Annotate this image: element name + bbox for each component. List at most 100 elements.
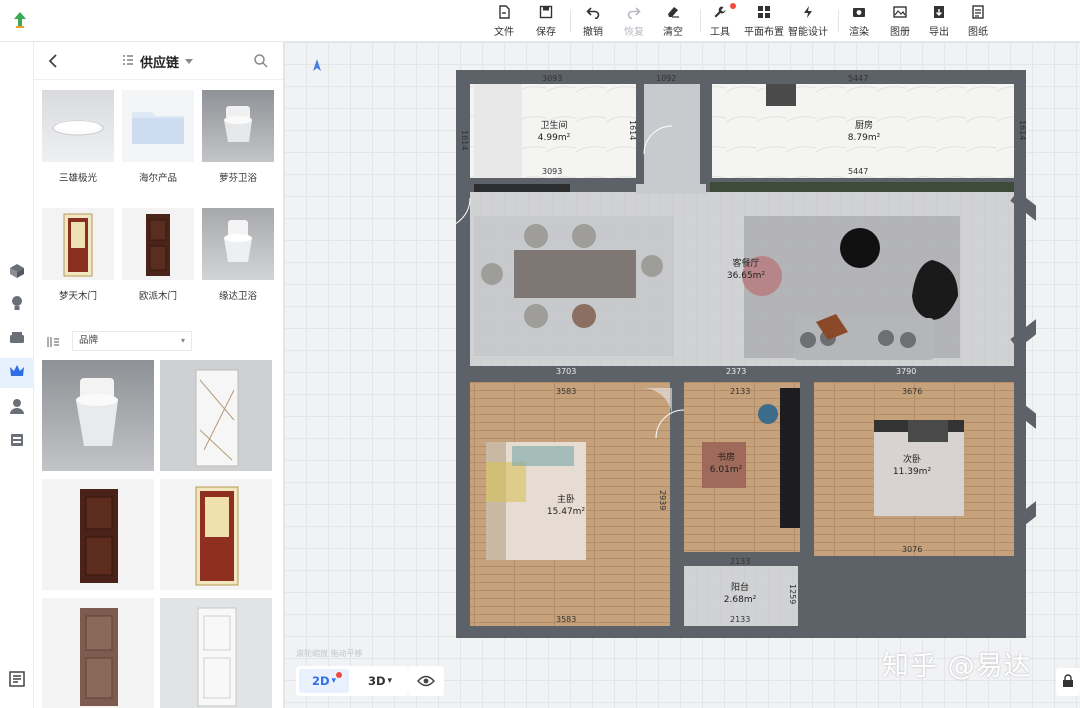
floor-plan[interactable]: 3093 1092 5447 1614 1614 1614 3093 5447 …: [456, 70, 1036, 638]
save-icon: [538, 4, 554, 20]
category-dropdown[interactable]: 供应链: [122, 52, 194, 71]
room-area: 15.47m²: [547, 507, 586, 517]
dim-label: 1092: [656, 74, 676, 83]
save-button[interactable]: 保存: [536, 4, 556, 38]
chevron-down-icon: [185, 54, 194, 69]
lock-icon: [1062, 673, 1074, 692]
notification-dot: [730, 3, 736, 9]
layout-icon: [756, 4, 772, 20]
undo-button[interactable]: 撤销: [583, 4, 603, 38]
dining-table: [514, 250, 636, 298]
export-label: 导出: [929, 27, 949, 38]
category-label: 供应链: [140, 56, 180, 71]
room-area: 4.99m²: [538, 133, 571, 143]
room-name: 主卧: [557, 493, 575, 505]
drawing-label: 图纸: [968, 27, 988, 38]
export-button[interactable]: 导出: [929, 4, 949, 38]
view-2d-label: 2D: [311, 674, 330, 688]
dim-label: 3076: [902, 545, 922, 554]
brand-filter-select[interactable]: 品牌 ▾: [72, 331, 192, 351]
rail-item-supply-chain[interactable]: [0, 358, 34, 388]
dim-label: 2133: [730, 615, 750, 624]
redo-label: 恢复: [624, 27, 644, 38]
brand-card[interactable]: 三雄极光: [42, 90, 114, 198]
render-button[interactable]: 渲染: [849, 4, 869, 38]
brand-label: 海尔产品: [138, 173, 177, 184]
view-mode-bar: 2D ▾ 3D ▾: [296, 666, 408, 696]
chevron-down-icon: ▾: [387, 676, 393, 686]
wooden-door-thumbnail: [122, 208, 194, 280]
search-icon[interactable]: [253, 53, 269, 69]
product-grid: [42, 360, 276, 708]
tools-label: 工具: [710, 27, 730, 38]
undo-label: 撤销: [583, 27, 603, 38]
album-label: 图册: [890, 27, 910, 38]
clear-label: 清空: [663, 27, 683, 38]
product-brown-door[interactable]: [42, 598, 154, 708]
product-red-door[interactable]: [160, 479, 272, 590]
brand-filter-value: 品牌: [79, 335, 99, 346]
design-canvas[interactable]: 3093 1092 5447 1614 1614 1614 3093 5447 …: [284, 42, 1080, 708]
back-icon[interactable]: [44, 51, 64, 71]
app-logo-icon[interactable]: [10, 10, 30, 30]
brand-card[interactable]: 欧派木门: [122, 208, 194, 316]
visibility-toggle[interactable]: [408, 666, 444, 696]
filter-row: 品牌 ▾: [42, 330, 276, 352]
eraser-icon: [665, 4, 681, 20]
rail-item-package[interactable]: [0, 427, 34, 457]
file-button[interactable]: 文件: [494, 4, 514, 38]
undo-icon: [585, 4, 601, 20]
product-white-door[interactable]: [160, 360, 272, 471]
file-label: 文件: [494, 27, 514, 38]
product-white-panel-door[interactable]: [160, 598, 272, 708]
folder-thumbnail: [122, 90, 194, 162]
box-icon: [8, 431, 26, 453]
rail-item-account[interactable]: [0, 393, 34, 423]
render-label: 渲染: [849, 27, 869, 38]
cube-icon: [8, 262, 26, 284]
room-name: 书房: [717, 451, 735, 463]
user-icon: [8, 397, 26, 419]
dim-label: 3583: [556, 615, 576, 624]
brand-label: 萝芬卫浴: [218, 173, 257, 184]
redo-icon: [626, 4, 642, 20]
redo-button[interactable]: 恢复: [624, 4, 644, 38]
dim-label: 3093: [542, 167, 562, 176]
dim-label: 1614: [1018, 120, 1027, 140]
sort-icon[interactable]: [46, 334, 60, 348]
tools-button[interactable]: 工具: [710, 4, 730, 38]
floor-layout-button[interactable]: 平面布置: [744, 4, 784, 38]
product-panel: 供应链 三雄极光 海尔产品 萝芬卫浴 梦天木门 欧派木门 缘达卫浴 品牌 ▾: [34, 42, 284, 708]
rail-item-layers[interactable]: [0, 666, 34, 696]
dim-label: 3093: [542, 74, 562, 83]
clear-button[interactable]: 清空: [663, 4, 683, 38]
dim-label: 2133: [730, 387, 750, 396]
product-dark-door[interactable]: [42, 479, 154, 590]
room-area: 2.68m²: [724, 595, 757, 605]
sofa-icon: [8, 329, 26, 351]
view-3d-button[interactable]: 3D ▾: [355, 669, 405, 693]
file-icon: [496, 4, 512, 20]
toilet-thumbnail: [202, 208, 274, 280]
export-icon: [931, 4, 947, 20]
album-button[interactable]: 图册: [890, 4, 910, 38]
toolbar-divider: [838, 10, 839, 32]
drawing-button[interactable]: 图纸: [968, 4, 988, 38]
rail-item-lighting[interactable]: [0, 290, 34, 320]
watermark-text: 知乎 @易达: [882, 651, 1032, 682]
notification-dot: [336, 672, 342, 678]
product-toilet[interactable]: [42, 360, 154, 471]
brand-card[interactable]: 缘达卫浴: [202, 208, 274, 316]
brand-card[interactable]: 萝芬卫浴: [202, 90, 274, 198]
room-name: 次卧: [903, 453, 921, 465]
rail-item-furniture[interactable]: [0, 325, 34, 355]
drawing-icon: [970, 4, 986, 20]
lock-button[interactable]: [1056, 668, 1080, 696]
brand-label: 欧派木门: [138, 291, 177, 302]
brand-card[interactable]: 海尔产品: [122, 90, 194, 198]
brand-card[interactable]: 梦天木门: [42, 208, 114, 316]
smart-design-button[interactable]: 智能设计: [788, 4, 828, 38]
top-toolbar: 文件 保存 撤销 恢复 清空 工具 平面布置 智能设计 渲染 图册 导出 图纸: [0, 0, 1080, 42]
save-label: 保存: [536, 27, 556, 38]
rail-item-structure[interactable]: [0, 258, 34, 288]
